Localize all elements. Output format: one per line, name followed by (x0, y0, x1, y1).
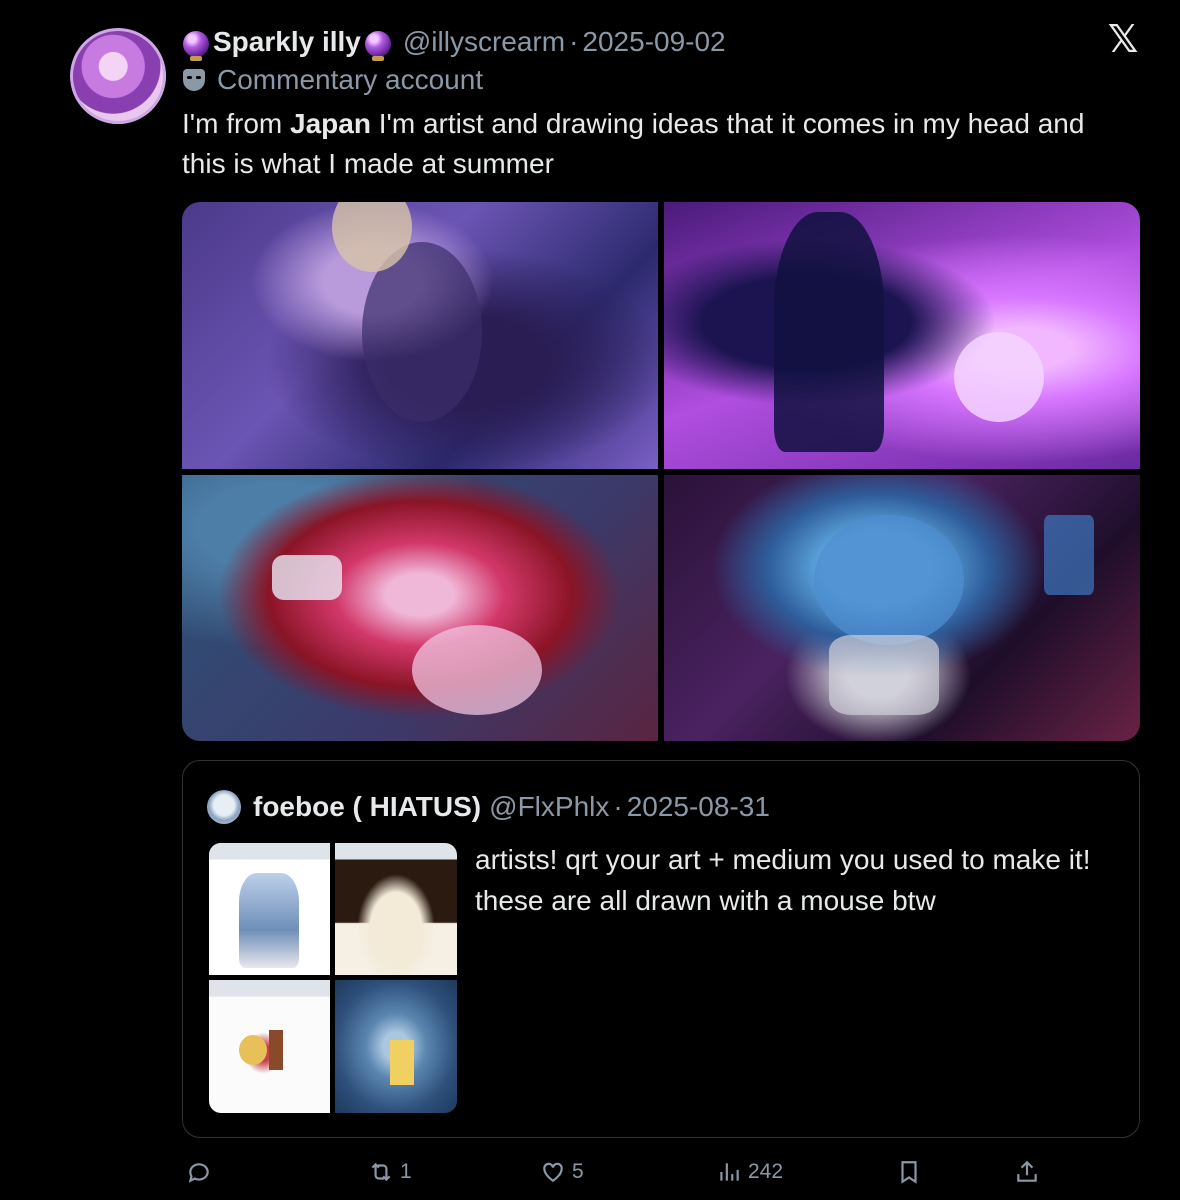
crystal-ball-icon (364, 31, 391, 61)
action-bar: 1 5 242 (0, 1150, 1180, 1194)
separator-dot: · (613, 791, 623, 822)
media-image-3[interactable] (182, 475, 658, 741)
artwork-figure (1044, 515, 1094, 595)
quoted-author-name: foeboe ( HIATUS) (253, 791, 482, 822)
media-image-4[interactable] (664, 475, 1140, 741)
post-text-bold: Japan (290, 108, 371, 139)
views-button[interactable]: 242 (716, 1156, 783, 1188)
artwork-figure (814, 515, 964, 645)
quoted-post[interactable]: foeboe ( HIATUS) @FlxPhlx · 2025-08-31 a… (182, 760, 1140, 1138)
artwork-figure (829, 635, 939, 715)
media-grid (182, 202, 1140, 741)
artwork-figure (272, 555, 342, 600)
views-chart-icon (720, 1163, 739, 1181)
artwork-figure (412, 625, 542, 715)
heart-icon (543, 1162, 563, 1182)
account-label: Commentary account (183, 62, 483, 98)
quoted-image-2 (335, 843, 457, 975)
quoted-post-date: 2025-08-31 (626, 791, 770, 822)
quoted-media-grid (209, 843, 457, 1113)
mask-icon (183, 69, 205, 91)
quoted-author-avatar (207, 790, 241, 824)
post-text: I'm from Japan I'm artist and drawing id… (182, 104, 1132, 184)
author-avatar[interactable] (70, 28, 166, 124)
post-date[interactable]: 2025-09-02 (582, 26, 725, 58)
author-handle[interactable]: @illyscrearm (403, 26, 565, 58)
separator-dot: · (569, 26, 579, 57)
quoted-post-text: artists! qrt your art + medium you used … (475, 844, 1091, 916)
account-label-text: Commentary account (217, 64, 484, 95)
avatar-ring (70, 28, 166, 124)
like-count: 5 (572, 1160, 584, 1183)
repost-icon (371, 1162, 391, 1182)
artwork-figure (954, 332, 1044, 422)
bookmark-button[interactable] (896, 1156, 922, 1188)
views-count: 242 (748, 1160, 784, 1183)
repost-count: 1 (400, 1160, 412, 1183)
artwork-figure (239, 873, 299, 968)
post-text-part: I'm from (182, 108, 291, 139)
artwork-figure (774, 212, 884, 452)
artwork-figure (239, 1035, 267, 1065)
author-name[interactable]: Sparkly illy (213, 26, 361, 58)
reply-icon (188, 1163, 209, 1183)
x-logo-icon: 𝕏 (1107, 19, 1139, 61)
quoted-image-1 (209, 843, 330, 975)
like-button[interactable]: 5 (540, 1156, 584, 1188)
quoted-post-header: foeboe ( HIATUS) @FlxPhlx · 2025-08-31 (207, 787, 770, 827)
quoted-image-4 (335, 980, 457, 1113)
reply-button[interactable] (186, 1156, 218, 1188)
quoted-image-3 (209, 980, 330, 1113)
post-header: Sparkly illy @illyscrearm · 2025-09-02 (183, 22, 726, 62)
artwork-figure (269, 1030, 283, 1070)
artwork-figure (390, 1040, 414, 1085)
crystal-ball-icon (183, 31, 209, 61)
share-icon (1017, 1160, 1037, 1182)
bookmark-icon (901, 1161, 917, 1184)
share-button[interactable] (1014, 1156, 1040, 1188)
media-image-2[interactable] (664, 202, 1140, 469)
quoted-author-handle: @FlxPhlx (489, 791, 610, 822)
media-image-1[interactable] (182, 202, 658, 469)
repost-button[interactable]: 1 (368, 1156, 412, 1188)
